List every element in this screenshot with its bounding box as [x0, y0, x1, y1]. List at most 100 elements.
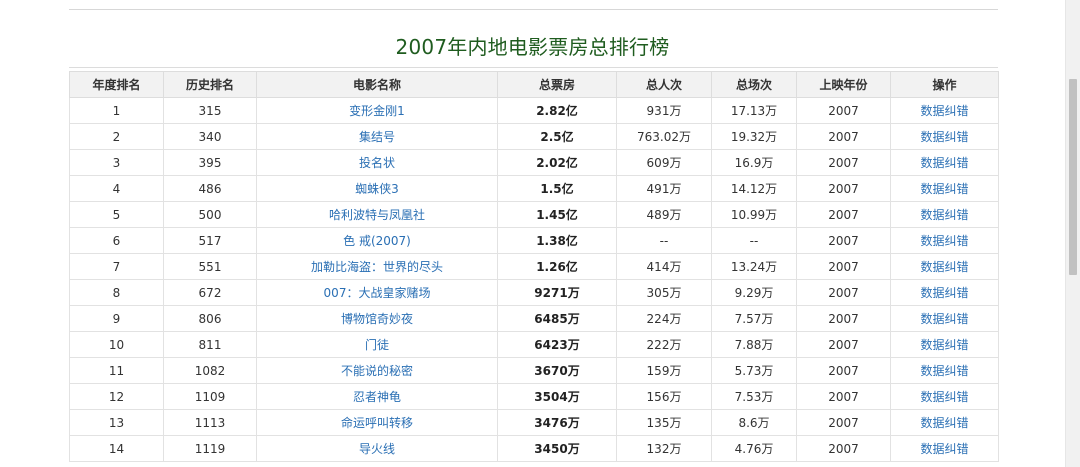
cell-history-rank: 672: [163, 279, 257, 306]
cell-history-rank: 395: [163, 149, 257, 176]
cell-release-year: 2007: [796, 279, 891, 306]
table-row: 3 395 投名状 2.02亿 609万 16.9万 2007 数据纠错: [69, 149, 999, 176]
table-row: 12 1109 忍者神龟 3504万 156万 7.53万 2007 数据纠错: [69, 383, 999, 410]
cell-year-rank: 14: [69, 435, 164, 462]
cell-history-rank: 315: [163, 97, 257, 124]
table-row: 2 340 集结号 2.5亿 763.02万 19.32万 2007 数据纠错: [69, 123, 999, 150]
cell-release-year: 2007: [796, 97, 891, 124]
cell-release-year: 2007: [796, 123, 891, 150]
cell-release-year: 2007: [796, 409, 891, 436]
cell-history-rank: 486: [163, 175, 257, 202]
cell-box-office: 1.26亿: [497, 253, 617, 280]
cell-release-year: 2007: [796, 149, 891, 176]
movie-title-link[interactable]: 忍者神龟: [256, 383, 498, 410]
cell-screenings: 10.99万: [711, 201, 797, 228]
movie-title-link[interactable]: 命运呼叫转移: [256, 409, 498, 436]
table-row: 7 551 加勒比海盗：世界的尽头 1.26亿 414万 13.24万 2007 数据纠错: [69, 253, 999, 280]
cell-admissions: 931万: [616, 97, 712, 124]
page-title: 2007年内地电影票房总排行榜: [395, 35, 670, 59]
table-header-row: 年度排名 历史排名 电影名称 总票房 总人次 总场次 上映年份 操作: [69, 71, 999, 98]
cell-box-office: 6423万: [497, 331, 617, 358]
cell-admissions: 414万: [616, 253, 712, 280]
cell-screenings: 16.9万: [711, 149, 797, 176]
movie-title-link[interactable]: 007：大战皇家赌场: [256, 279, 498, 306]
cell-year-rank: 12: [69, 383, 164, 410]
cell-admissions: --: [616, 227, 712, 254]
cell-admissions: 135万: [616, 409, 712, 436]
cell-screenings: 7.53万: [711, 383, 797, 410]
cell-year-rank: 4: [69, 175, 164, 202]
movie-title-link[interactable]: 集结号: [256, 123, 498, 150]
cell-history-rank: 340: [163, 123, 257, 150]
data-correction-link[interactable]: 数据纠错: [890, 305, 999, 332]
cell-history-rank: 806: [163, 305, 257, 332]
movie-title-link[interactable]: 哈利波特与凤凰社: [256, 201, 498, 228]
cell-history-rank: 1109: [163, 383, 257, 410]
header-action: 操作: [890, 71, 999, 98]
data-correction-link[interactable]: 数据纠错: [890, 123, 999, 150]
data-correction-link[interactable]: 数据纠错: [890, 149, 999, 176]
cell-release-year: 2007: [796, 201, 891, 228]
table-row: 11 1082 不能说的秘密 3670万 159万 5.73万 2007 数据纠错: [69, 357, 999, 384]
cell-box-office: 3476万: [497, 409, 617, 436]
cell-screenings: 7.88万: [711, 331, 797, 358]
cell-screenings: 13.24万: [711, 253, 797, 280]
data-correction-link[interactable]: 数据纠错: [890, 357, 999, 384]
cell-release-year: 2007: [796, 175, 891, 202]
cell-screenings: 7.57万: [711, 305, 797, 332]
cell-admissions: 156万: [616, 383, 712, 410]
header-movie-title: 电影名称: [256, 71, 498, 98]
table-row: 5 500 哈利波特与凤凰社 1.45亿 489万 10.99万 2007 数据纠错: [69, 201, 999, 228]
movie-title-link[interactable]: 导火线: [256, 435, 498, 462]
movie-title-link[interactable]: 加勒比海盗：世界的尽头: [256, 253, 498, 280]
cell-admissions: 489万: [616, 201, 712, 228]
cell-year-rank: 8: [69, 279, 164, 306]
table-row: 1 315 变形金刚1 2.82亿 931万 17.13万 2007 数据纠错: [69, 97, 999, 124]
cell-admissions: 491万: [616, 175, 712, 202]
cell-year-rank: 10: [69, 331, 164, 358]
header-release-year: 上映年份: [796, 71, 891, 98]
cell-box-office: 3504万: [497, 383, 617, 410]
cell-year-rank: 9: [69, 305, 164, 332]
data-correction-link[interactable]: 数据纠错: [890, 97, 999, 124]
data-correction-link[interactable]: 数据纠错: [890, 279, 999, 306]
title-divider: [69, 67, 998, 68]
top-divider: [69, 9, 998, 10]
cell-release-year: 2007: [796, 383, 891, 410]
data-correction-link[interactable]: 数据纠错: [890, 201, 999, 228]
cell-screenings: 14.12万: [711, 175, 797, 202]
data-correction-link[interactable]: 数据纠错: [890, 253, 999, 280]
data-correction-link[interactable]: 数据纠错: [890, 331, 999, 358]
movie-title-link[interactable]: 投名状: [256, 149, 498, 176]
movie-title-link[interactable]: 不能说的秘密: [256, 357, 498, 384]
movie-title-link[interactable]: 变形金刚1: [256, 97, 498, 124]
table-row: 4 486 蜘蛛侠3 1.5亿 491万 14.12万 2007 数据纠错: [69, 175, 999, 202]
box-office-table: 年度排名 历史排名 电影名称 总票房 总人次 总场次 上映年份 操作 1 315 变…: [69, 71, 999, 462]
cell-year-rank: 11: [69, 357, 164, 384]
cell-history-rank: 500: [163, 201, 257, 228]
data-correction-link[interactable]: 数据纠错: [890, 409, 999, 436]
cell-screenings: 4.76万: [711, 435, 797, 462]
movie-title-link[interactable]: 蜘蛛侠3: [256, 175, 498, 202]
cell-box-office: 1.45亿: [497, 201, 617, 228]
table-row: 10 811 门徒 6423万 222万 7.88万 2007 数据纠错: [69, 331, 999, 358]
cell-release-year: 2007: [796, 357, 891, 384]
cell-year-rank: 2: [69, 123, 164, 150]
vertical-scrollbar[interactable]: [1065, 0, 1080, 467]
data-correction-link[interactable]: 数据纠错: [890, 435, 999, 462]
cell-admissions: 222万: [616, 331, 712, 358]
table-body: 1 315 变形金刚1 2.82亿 931万 17.13万 2007 数据纠错 2 340 集结号 2…: [69, 97, 999, 462]
cell-box-office: 3450万: [497, 435, 617, 462]
movie-title-link[interactable]: 色 戒(2007): [256, 227, 498, 254]
header-screenings: 总场次: [711, 71, 797, 98]
movie-title-link[interactable]: 门徒: [256, 331, 498, 358]
data-correction-link[interactable]: 数据纠错: [890, 227, 999, 254]
movie-title-link[interactable]: 博物馆奇妙夜: [256, 305, 498, 332]
cell-screenings: 17.13万: [711, 97, 797, 124]
scrollbar-thumb[interactable]: [1069, 79, 1077, 275]
cell-box-office: 2.5亿: [497, 123, 617, 150]
data-correction-link[interactable]: 数据纠错: [890, 383, 999, 410]
page-viewport: 2007年内地电影票房总排行榜 年度排名 历史排名 电影名称 总票房 总人次 总…: [0, 0, 1080, 467]
cell-box-office: 3670万: [497, 357, 617, 384]
data-correction-link[interactable]: 数据纠错: [890, 175, 999, 202]
